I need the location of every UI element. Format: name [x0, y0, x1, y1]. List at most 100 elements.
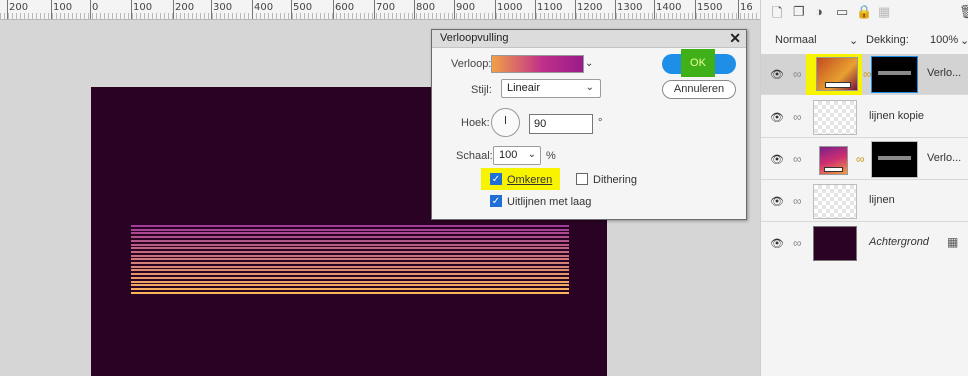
layer-name: Achtergrond [869, 236, 929, 248]
scale-unit: % [546, 150, 556, 162]
dither-checkbox[interactable] [576, 173, 588, 185]
reverse-label[interactable]: Omkeren [507, 174, 552, 186]
layer-thumbnail[interactable] [813, 184, 857, 219]
eye-icon[interactable]: 👁 [770, 195, 784, 208]
stripe-line [131, 287, 569, 290]
layer-row[interactable]: 👁 ∞ lijnen [761, 181, 968, 222]
align-label[interactable]: Uitlijnen met laag [507, 196, 591, 208]
ruler-label: 500 [293, 2, 313, 13]
ruler-major-tick [695, 0, 696, 19]
ruler-major-tick [7, 0, 8, 19]
layer-row[interactable]: 👁 ∞ ∞ Verlo... [761, 139, 968, 180]
reverse-checkbox[interactable]: ✓ [490, 173, 502, 185]
ruler-major-tick [333, 0, 334, 19]
mask-icon[interactable]: ▭ [836, 4, 848, 20]
dialog-title-bar[interactable]: Verloopvulling ✕ [432, 30, 746, 48]
ruler-label: 400 [254, 2, 274, 13]
mask-thumbnail[interactable] [871, 56, 918, 93]
layer-row[interactable]: 👁 ∞ lijnen kopie [761, 97, 968, 138]
link-icon[interactable]: ∞ [793, 110, 802, 124]
ok-button-highlight[interactable]: OK [681, 49, 715, 77]
gradient-label: Verloop: [451, 58, 492, 70]
locked-icon: ▦ [947, 235, 959, 249]
chevron-down-icon[interactable]: ⌄ [960, 34, 968, 47]
ruler-label: 900 [456, 2, 476, 13]
cancel-button[interactable]: Annuleren [662, 80, 736, 99]
ruler-label: 100 [133, 2, 153, 13]
ruler-label: 1300 [617, 2, 643, 13]
ruler-label: 1100 [537, 2, 563, 13]
ruler-label: 1400 [656, 2, 682, 13]
ruler-major-tick [374, 0, 375, 19]
ruler-label: 100 [53, 2, 73, 13]
mask-link-icon[interactable]: ∞ [856, 152, 865, 166]
stripe-line [131, 236, 569, 239]
adjustment-icon[interactable]: ◑ [815, 4, 823, 19]
ruler-major-tick [575, 0, 576, 19]
mask-thumbnail[interactable] [871, 141, 918, 178]
ruler-major-tick [211, 0, 212, 19]
ruler-label: 1000 [497, 2, 523, 13]
duplicate-icon[interactable]: ❐ [793, 4, 805, 20]
eye-icon[interactable]: 👁 [770, 68, 784, 81]
ruler-label: 16 [740, 2, 753, 13]
stripe-line [131, 247, 569, 250]
gradient-swatch[interactable] [491, 55, 584, 73]
opacity-value[interactable]: 100% [930, 34, 958, 46]
opacity-label: Dekking: [866, 34, 909, 46]
horizontal-ruler: 200 100 0 100 200 300 400 500 600 700 800 900 1000 11… [0, 0, 760, 20]
eye-icon[interactable]: 👁 [770, 237, 784, 250]
close-icon[interactable]: ✕ [729, 30, 741, 47]
eye-icon[interactable]: 👁 [770, 111, 784, 124]
angle-input[interactable]: 90 [529, 114, 593, 134]
lock-transparency-icon[interactable]: ▦ [878, 4, 890, 20]
stripe-line [131, 291, 569, 294]
link-icon[interactable]: ∞ [793, 67, 802, 81]
link-icon[interactable]: ∞ [793, 194, 802, 208]
stripe-line [131, 250, 569, 253]
layer-thumbnail[interactable] [813, 100, 857, 135]
link-icon[interactable]: ∞ [793, 236, 802, 250]
blend-mode-select[interactable]: Normaal [775, 34, 817, 46]
ruler-major-tick [131, 0, 132, 19]
layer-row[interactable]: 👁 ∞ Achtergrond ▦ [761, 223, 968, 264]
dither-label[interactable]: Dithering [593, 174, 637, 186]
stripe-line [131, 284, 569, 287]
stripe-line [131, 232, 569, 235]
ruler-label: 700 [376, 2, 396, 13]
ruler-label: 600 [335, 2, 355, 13]
layer-name: lijnen kopie [869, 110, 925, 122]
layer-row[interactable]: 👁 ∞ ∞ Verlo... [761, 54, 968, 95]
gradient-thumbnail[interactable] [816, 57, 858, 91]
background-thumbnail[interactable] [813, 226, 857, 261]
chevron-down-icon[interactable]: ⌄ [585, 58, 593, 69]
stripe-line [131, 265, 569, 268]
lock-icon[interactable]: 🔒 [856, 4, 872, 20]
chevron-down-icon[interactable]: ⌄ [849, 34, 858, 47]
scale-select[interactable]: 100 ⌄ [493, 146, 541, 165]
stripe-line [131, 273, 569, 276]
ruler-label: 1500 [697, 2, 723, 13]
stripe-line [131, 225, 569, 227]
link-icon[interactable]: ∞ [793, 152, 802, 166]
style-select-value: Lineair [507, 82, 541, 94]
ruler-major-tick [615, 0, 616, 19]
ruler-major-tick [291, 0, 292, 19]
delete-icon[interactable]: 🗑 [959, 4, 968, 20]
scale-label: Schaal: [456, 150, 493, 162]
ruler-label: 800 [416, 2, 436, 13]
align-checkbox[interactable]: ✓ [490, 195, 502, 207]
ruler-label: 0 [92, 2, 99, 13]
eye-icon[interactable]: 👁 [770, 153, 784, 166]
gradient-thumbnail[interactable] [819, 146, 848, 175]
chevron-down-icon: ⌄ [585, 82, 594, 93]
stripe-line [131, 262, 569, 264]
angle-dial[interactable] [491, 108, 520, 137]
ruler-major-tick [454, 0, 455, 19]
stripe-line [131, 239, 569, 242]
ruler-label: 300 [213, 2, 233, 13]
style-select[interactable]: Lineair ⌄ [501, 79, 601, 98]
stripe-line [131, 258, 569, 261]
new-layer-icon[interactable]: 🗋 [772, 4, 782, 26]
ruler-major-tick [738, 0, 739, 19]
